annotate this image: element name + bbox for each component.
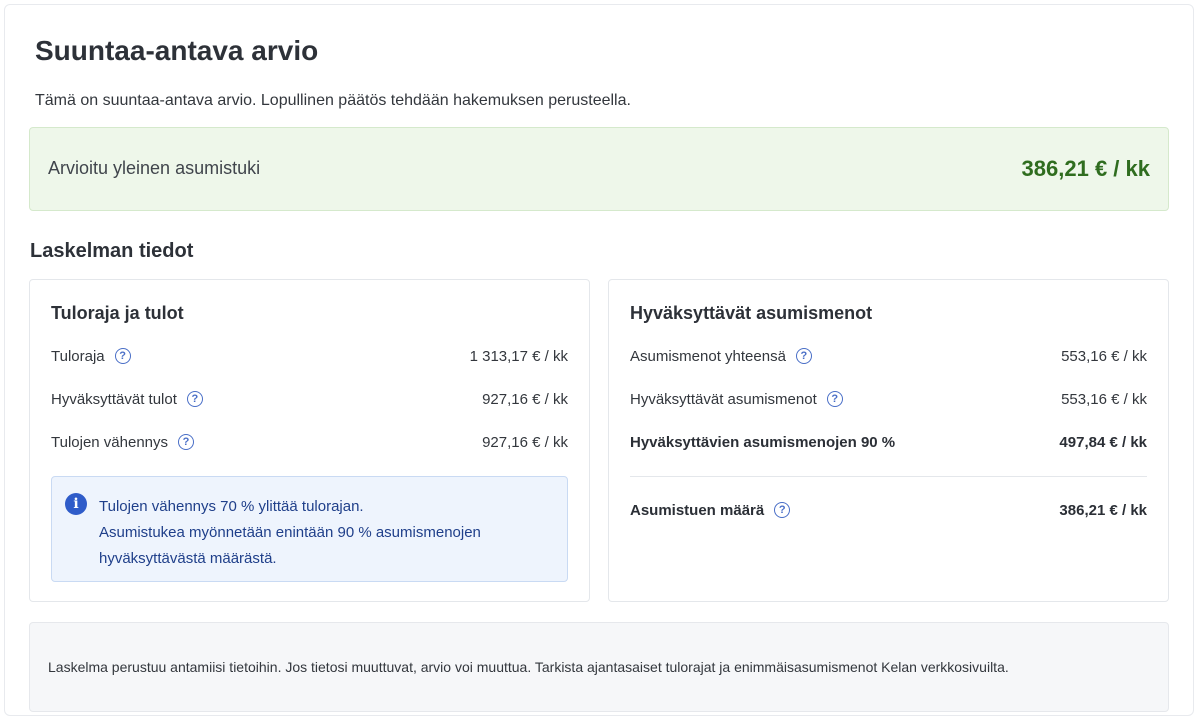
help-icon[interactable]: ? — [178, 434, 195, 450]
row-value: 497,84 € / kk — [1059, 433, 1147, 451]
info-icon: i — [65, 493, 87, 515]
estimate-summary-box: Arvioitu yleinen asumistuki 386,21 € / k… — [29, 127, 1169, 211]
housing-costs-card: Hyväksyttävät asumismenot Asumismenot yh… — [608, 279, 1169, 602]
row-value: 927,16 € / kk — [482, 390, 568, 408]
info-notice: i Tulojen vähennys 70 % ylittää tuloraja… — [51, 476, 568, 582]
info-line: Tulojen vähennys 70 % ylittää tulorajan. — [99, 498, 364, 515]
income-card-title: Tuloraja ja tulot — [51, 303, 184, 323]
help-icon[interactable]: ? — [774, 502, 791, 518]
page-subtitle: Tämä on suuntaa-antava arvio. Lopullinen… — [35, 92, 631, 109]
income-card: Tuloraja ja tulot Tuloraja ? 1 313,17 € … — [29, 279, 590, 602]
help-icon[interactable]: ? — [826, 391, 843, 407]
info-notice-text: Tulojen vähennys 70 % ylittää tulorajan.… — [99, 494, 549, 572]
row-label: Hyväksyttävien asumismenojen 90 % — [630, 433, 896, 451]
income-row-income-deduction: Tulojen vähennys ? 927,16 € / kk — [51, 430, 568, 454]
help-icon[interactable]: ? — [114, 348, 131, 364]
housing-row-total: Asumismenot yhteensä ? 553,16 € / kk — [630, 344, 1147, 368]
row-value: 927,16 € / kk — [482, 433, 568, 451]
footer-text: Laskelma perustuu antamiisi tietoihin. J… — [48, 659, 1009, 675]
income-row-tuloraja: Tuloraja ? 1 313,17 € / kk — [51, 344, 568, 368]
help-icon[interactable]: ? — [186, 391, 203, 407]
info-line: Asumistukea myönnetään enintään 90 % asu… — [99, 524, 481, 541]
row-label: Hyväksyttävät tulot — [51, 390, 177, 408]
row-value: 1 313,17 € / kk — [469, 347, 568, 365]
row-value: 553,16 € / kk — [1061, 390, 1147, 408]
housing-row-benefit-amount: Asumistuen määrä ? 386,21 € / kk — [630, 498, 1147, 522]
page-title: Suuntaa-antava arvio — [35, 35, 319, 66]
row-value: 386,21 € / kk — [1059, 501, 1147, 519]
estimate-value: 386,21 € / kk — [1021, 156, 1150, 181]
info-line: hyväksyttävästä määrästä. — [99, 550, 277, 567]
estimate-label: Arvioitu yleinen asumistuki — [48, 158, 261, 178]
calculation-details-heading: Laskelman tiedot — [30, 240, 194, 262]
income-row-accepted-income: Hyväksyttävät tulot ? 927,16 € / kk — [51, 387, 568, 411]
footer-notice: Laskelma perustuu antamiisi tietoihin. J… — [29, 622, 1169, 712]
housing-row-90-percent: Hyväksyttävien asumismenojen 90 % 497,84… — [630, 430, 1147, 454]
row-label: Tulojen vähennys — [51, 433, 169, 451]
row-label: Asumismenot yhteensä — [630, 347, 786, 365]
housing-card-title: Hyväksyttävät asumismenot — [630, 303, 873, 323]
row-label: Tuloraja — [51, 347, 105, 365]
row-label: Hyväksyttävät asumismenot — [630, 390, 817, 408]
row-label: Asumistuen määrä — [630, 501, 765, 519]
divider — [630, 476, 1147, 477]
row-value: 553,16 € / kk — [1061, 347, 1147, 365]
housing-row-accepted: Hyväksyttävät asumismenot ? 553,16 € / k… — [630, 387, 1147, 411]
help-icon[interactable]: ? — [795, 348, 812, 364]
